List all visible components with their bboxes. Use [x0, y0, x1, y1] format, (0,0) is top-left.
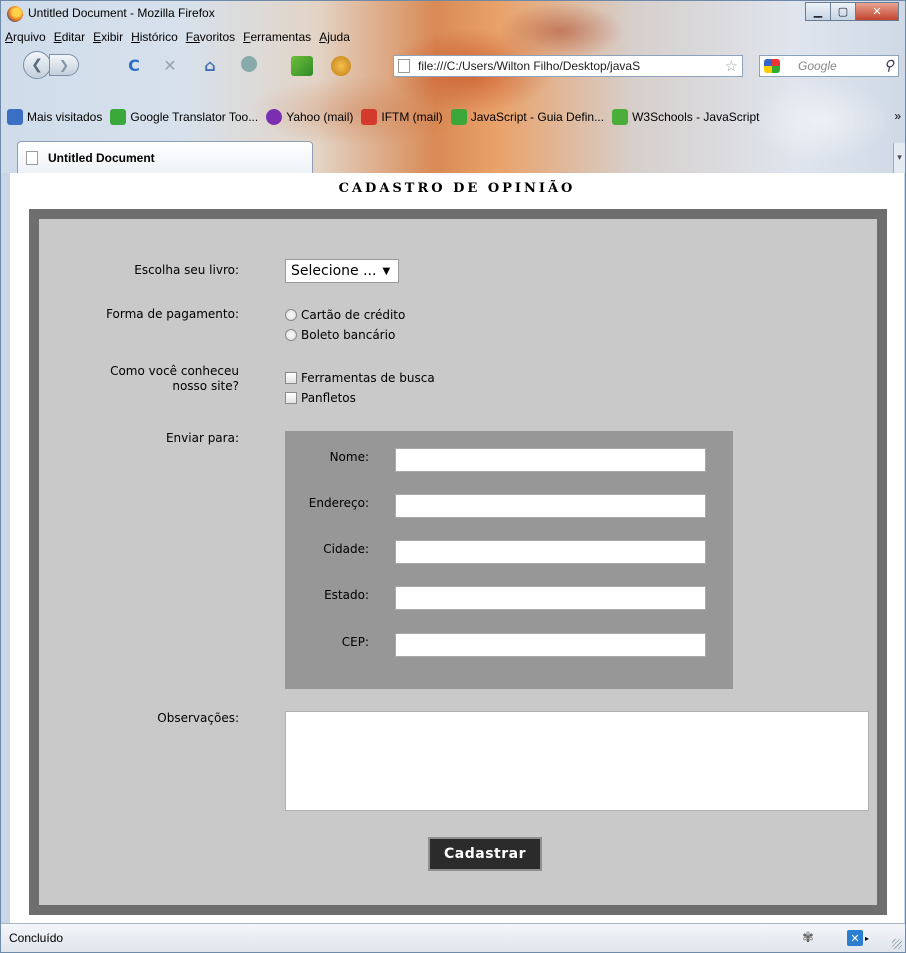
menu-bar: Arquivo Editar Exibir Histórico Favorito…: [5, 27, 358, 47]
url-text: file:///C:/Users/Wilton Filho/Desktop/ja…: [418, 59, 641, 73]
back-button[interactable]: ❮: [23, 51, 51, 79]
address-field[interactable]: [395, 494, 706, 518]
state-label: Estado:: [324, 588, 369, 602]
bookmark-iftm-mail[interactable]: IFTM (mail): [361, 109, 443, 125]
search-engine-icon[interactable]: [764, 59, 780, 73]
menu-historico[interactable]: Histórico: [131, 30, 178, 44]
discovery-label: Como você conheceu nosso site?: [110, 364, 239, 393]
tab-title: Untitled Document: [48, 150, 155, 165]
payment-option-credit-card[interactable]: Cartão de crédito: [285, 305, 405, 325]
bookmarks-toolbar: Mais visitados Google Translator Too... …: [1, 105, 905, 129]
tab-page-icon: [26, 150, 38, 165]
radio-button[interactable]: [285, 329, 297, 341]
bookmark-icon: [7, 109, 23, 125]
bookmark-icon: [361, 109, 378, 125]
page-icon: [398, 59, 410, 73]
addon-status-icon[interactable]: ✾: [799, 929, 817, 947]
close-button[interactable]: ✕: [855, 2, 899, 21]
state-field[interactable]: [395, 586, 706, 610]
menu-ferramentas[interactable]: Ferramentas: [243, 30, 311, 44]
menu-exibir[interactable]: Exibir: [93, 30, 123, 44]
bookmark-mais-visitados[interactable]: Mais visitados: [7, 109, 102, 125]
discovery-option-flyers[interactable]: Panfletos: [285, 388, 435, 408]
navigation-toolbar: ❮ ❯ C ✕ ⌂ file:///C:/Users/Wilton Filho/…: [1, 47, 905, 81]
bookmark-star-icon[interactable]: ☆: [725, 57, 738, 75]
browser-chrome: Untitled Document - Mozilla Firefox ▁ ▢ …: [1, 1, 905, 173]
search-icon[interactable]: ⚲: [884, 57, 894, 74]
page-viewport: CADASTRO DE OPINIÃO Escolha seu livro: S…: [10, 173, 904, 923]
window-title: Untitled Document - Mozilla Firefox: [28, 6, 215, 20]
bookmark-icon: [110, 109, 127, 125]
menu-editar[interactable]: Editar: [54, 30, 85, 44]
address-label: Endereço:: [308, 496, 369, 510]
bookmark-yahoo-mail[interactable]: Yahoo (mail): [266, 109, 353, 125]
resize-grip[interactable]: [892, 939, 902, 949]
address-fieldset: Nome: Endereço: Cidade: Estado: CEP:: [285, 431, 733, 689]
discovery-options: Ferramentas de busca Panfletos: [285, 368, 435, 408]
checkbox[interactable]: [285, 392, 297, 404]
page-title: CADASTRO DE OPINIÃO: [338, 181, 576, 196]
send-to-label: Enviar para:: [165, 431, 239, 445]
status-text: Concluído: [9, 931, 64, 945]
search-placeholder: Google: [798, 59, 837, 73]
zip-field[interactable]: [395, 633, 706, 657]
title-bar: Untitled Document - Mozilla Firefox ▁ ▢ …: [1, 1, 905, 27]
xmarks-icon[interactable]: ✕ ▸: [847, 929, 873, 947]
browser-window: Untitled Document - Mozilla Firefox ▁ ▢ …: [0, 0, 906, 953]
notes-textarea[interactable]: [285, 711, 869, 811]
addon-green-icon[interactable]: [291, 56, 313, 76]
chevron-down-icon: ▼: [382, 265, 391, 277]
maximize-button[interactable]: ▢: [830, 2, 856, 21]
address-bar[interactable]: file:///C:/Users/Wilton Filho/Desktop/ja…: [393, 55, 743, 77]
window-controls: ▁ ▢ ✕: [805, 2, 899, 21]
book-label: Escolha seu livro:: [134, 263, 239, 277]
bookmarks-more-button[interactable]: »: [894, 109, 901, 123]
name-label: Nome:: [329, 450, 369, 464]
menu-arquivo[interactable]: Arquivo: [5, 30, 46, 44]
bookmark-javascript-guia[interactable]: JavaScript - Guia Defin...: [450, 109, 604, 125]
notes-label: Observações:: [157, 711, 239, 725]
minimize-button[interactable]: ▁: [805, 2, 831, 21]
bookmark-icon: [612, 109, 629, 125]
opinion-form: Escolha seu livro: Selecione ... ▼ Forma…: [29, 209, 887, 915]
name-field[interactable]: [395, 448, 706, 472]
zip-label: CEP:: [341, 635, 369, 649]
addon-icon[interactable]: [241, 56, 257, 72]
bookmark-google-translator[interactable]: Google Translator Too...: [110, 109, 258, 125]
reload-icon[interactable]: C: [125, 56, 143, 75]
submit-button[interactable]: Cadastrar: [428, 837, 542, 871]
payment-label: Forma de pagamento:: [106, 307, 239, 321]
tab-untitled-document[interactable]: Untitled Document: [17, 141, 313, 173]
bookmark-w3schools[interactable]: W3Schools - JavaScript: [612, 109, 759, 125]
menu-favoritos[interactable]: Favoritos: [186, 30, 235, 44]
home-icon[interactable]: ⌂: [201, 56, 219, 75]
status-bar: Concluído ✾ ✕ ▸: [1, 923, 905, 952]
city-field[interactable]: [395, 540, 706, 564]
radio-button[interactable]: [285, 309, 297, 321]
discovery-option-search-engines[interactable]: Ferramentas de busca: [285, 368, 435, 388]
city-label: Cidade:: [323, 542, 369, 556]
bookmark-icon: [266, 109, 283, 125]
addon-cup-icon[interactable]: [331, 56, 351, 76]
tab-bar: Untitled Document ▾: [1, 137, 905, 173]
bookmark-icon: [450, 109, 467, 125]
payment-options: Cartão de crédito Boleto bancário: [285, 305, 405, 345]
firefox-icon: [7, 6, 23, 22]
book-select[interactable]: Selecione ... ▼: [285, 259, 399, 283]
checkbox[interactable]: [285, 372, 297, 384]
menu-ajuda[interactable]: Ajuda: [319, 30, 350, 44]
book-select-value: Selecione ...: [291, 263, 377, 279]
stop-icon[interactable]: ✕: [161, 56, 179, 75]
forward-button[interactable]: ❯: [49, 54, 79, 76]
tab-list-button[interactable]: ▾: [893, 143, 905, 173]
search-input[interactable]: Google ⚲: [759, 55, 899, 77]
payment-option-boleto[interactable]: Boleto bancário: [285, 325, 405, 345]
